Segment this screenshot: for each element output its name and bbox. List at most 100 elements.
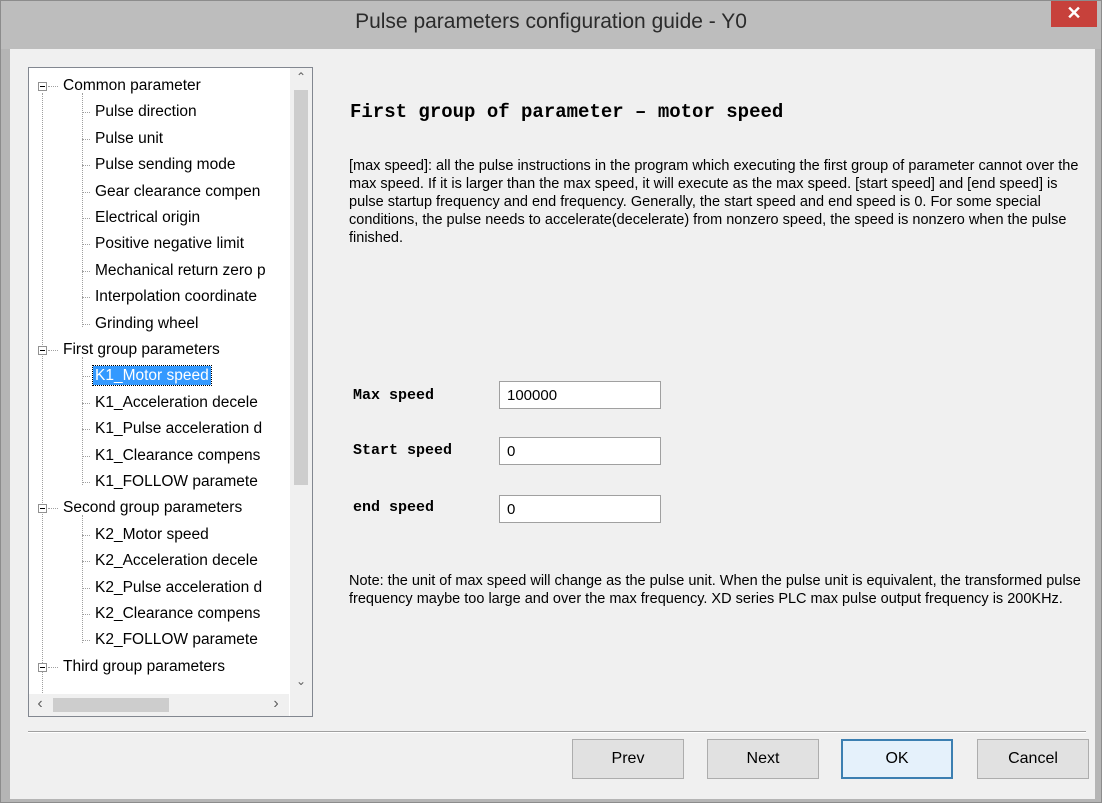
tree-connector bbox=[82, 482, 90, 483]
prev-button[interactable]: Prev bbox=[572, 739, 684, 779]
ok-button[interactable]: OK bbox=[841, 739, 953, 779]
note-text: Note: the unit of max speed will change … bbox=[349, 573, 1081, 607]
scroll-down-icon[interactable]: ⌄ bbox=[290, 674, 312, 688]
title-bar[interactable]: Pulse parameters configuration guide - Y… bbox=[1, 1, 1101, 49]
tree-expander-icon[interactable] bbox=[38, 662, 47, 672]
max-speed-input[interactable] bbox=[499, 381, 661, 409]
close-button[interactable]: ✕ bbox=[1051, 1, 1097, 27]
start-speed-label: Start speed bbox=[353, 442, 453, 459]
tree-group-label: First group parameters bbox=[63, 341, 220, 358]
end-speed-input[interactable] bbox=[499, 495, 661, 523]
tree-horizontal-scroll-thumb[interactable] bbox=[53, 698, 169, 712]
tree-item[interactable]: Pulse sending mode bbox=[93, 154, 237, 176]
tree-item-label: K1_Clearance compens bbox=[95, 446, 261, 464]
tree-item[interactable]: K2_Motor speed bbox=[93, 524, 211, 546]
tree-connector bbox=[82, 561, 90, 563]
tree-item-label: Gear clearance compen bbox=[95, 182, 261, 200]
end-speed-label: end speed bbox=[353, 499, 435, 516]
tree-item[interactable]: Electrical origin bbox=[93, 207, 202, 229]
tree-item-label: Grinding wheel bbox=[95, 314, 199, 332]
tree-item[interactable]: K2_Pulse acceleration d bbox=[93, 577, 264, 599]
tree-item-label: Pulse direction bbox=[95, 103, 197, 121]
tree-item[interactable]: K1_Pulse acceleration d bbox=[93, 418, 264, 440]
tree-item-label: Interpolation coordinate bbox=[95, 288, 258, 306]
tree-item[interactable]: K1_Motor speed bbox=[92, 365, 212, 387]
tree-connector bbox=[82, 357, 83, 485]
tree-connector bbox=[82, 640, 90, 642]
tree-connector bbox=[48, 86, 58, 87]
tree-group-label: Second group parameters bbox=[63, 499, 243, 517]
tree-connector bbox=[82, 455, 90, 457]
tree-vertical-scroll-thumb[interactable] bbox=[294, 90, 308, 485]
tree-connector bbox=[82, 218, 90, 219]
tree-items: Common parameter Pulse direction Pulse uni… bbox=[29, 68, 289, 696]
tree-connector bbox=[82, 587, 90, 589]
start-speed-input[interactable] bbox=[499, 437, 661, 465]
tree-connector bbox=[82, 534, 90, 536]
tree-item-label: K1_Acceleration decele bbox=[95, 393, 258, 411]
tree-connector bbox=[82, 165, 90, 167]
cancel-button[interactable]: Cancel bbox=[977, 739, 1089, 779]
tree-connector bbox=[82, 429, 90, 431]
tree-vertical-scrollbar[interactable]: ⌃ ⌄ bbox=[290, 68, 312, 696]
close-icon: ✕ bbox=[1066, 3, 1082, 23]
tree-item[interactable]: Pulse direction bbox=[93, 101, 199, 123]
tree-item-label: Positive negative limit bbox=[95, 235, 245, 253]
tree-connector bbox=[82, 270, 90, 272]
tree-item[interactable]: Gear clearance compen bbox=[93, 181, 262, 203]
scroll-right-icon[interactable]: › bbox=[265, 695, 287, 713]
tree-group-label: Third group parameters bbox=[63, 657, 225, 675]
parameter-tree: Common parameter Pulse direction Pulse uni… bbox=[28, 67, 313, 717]
tree-connector bbox=[82, 376, 90, 378]
tree-item[interactable]: Interpolation coordinate bbox=[93, 286, 259, 308]
page-heading: First group of parameter – motor speed bbox=[350, 101, 784, 123]
tree-item[interactable]: K1_Acceleration decele bbox=[93, 392, 260, 414]
tree-item-label: K2_Pulse acceleration d bbox=[95, 578, 263, 596]
button-separator bbox=[28, 731, 1086, 733]
tree-item[interactable]: Pulse unit bbox=[93, 128, 165, 150]
tree-connector bbox=[82, 93, 83, 327]
scroll-up-icon[interactable]: ⌃ bbox=[290, 70, 312, 84]
tree-connector bbox=[82, 515, 83, 644]
tree-connector bbox=[82, 244, 90, 246]
tree-connector bbox=[82, 402, 90, 404]
tree-expander-icon[interactable] bbox=[38, 82, 47, 91]
tree-item-label: K2_Acceleration decele bbox=[95, 552, 258, 570]
tree-connector bbox=[42, 93, 43, 696]
scroll-left-icon[interactable]: ‹ bbox=[29, 695, 51, 713]
tree-item[interactable]: K2_FOLLOW paramete bbox=[93, 629, 260, 651]
tree-item[interactable]: K1_Clearance compens bbox=[93, 445, 262, 467]
scrollbar-corner bbox=[290, 694, 312, 716]
tree-item[interactable]: K2_Clearance compens bbox=[93, 603, 262, 625]
tree-item-label: Pulse sending mode bbox=[95, 156, 236, 174]
window-title: Pulse parameters configuration guide - Y… bbox=[355, 10, 747, 33]
tree-connector bbox=[82, 191, 90, 193]
tree-expander-icon[interactable] bbox=[38, 346, 47, 355]
tree-group-node[interactable]: Third group parameters bbox=[61, 656, 227, 678]
tree-item[interactable]: Grinding wheel bbox=[93, 313, 200, 335]
tree-item[interactable]: K1_FOLLOW paramete bbox=[93, 471, 260, 493]
tree-expander-icon[interactable] bbox=[38, 504, 47, 514]
tree-connector bbox=[48, 666, 58, 668]
tree-item-label: K1_Motor speed bbox=[92, 365, 212, 387]
tree-item-label: Pulse unit bbox=[95, 129, 164, 147]
tree-connector bbox=[82, 323, 90, 325]
tree-group-node[interactable]: First group parameters bbox=[61, 339, 222, 361]
tree-item-label: K2_Clearance compens bbox=[95, 605, 261, 622]
tree-item-label: K1_FOLLOW paramete bbox=[95, 473, 258, 490]
dialog-window: Pulse parameters configuration guide - Y… bbox=[0, 0, 1102, 803]
tree-connector bbox=[82, 297, 90, 299]
tree-horizontal-scrollbar[interactable]: ‹ › bbox=[29, 694, 289, 716]
tree-item[interactable]: Mechanical return zero p bbox=[93, 260, 268, 282]
next-button[interactable]: Next bbox=[707, 739, 819, 779]
tree-item-label: Electrical origin bbox=[95, 209, 201, 226]
tree-item-label: K2_FOLLOW paramete bbox=[95, 631, 258, 649]
tree-item[interactable]: K2_Acceleration decele bbox=[93, 550, 260, 572]
tree-item-label: K1_Pulse acceleration d bbox=[95, 420, 263, 438]
tree-item[interactable]: Positive negative limit bbox=[93, 233, 246, 255]
max-speed-label: Max speed bbox=[353, 387, 435, 404]
tree-item-label: K2_Motor speed bbox=[95, 525, 209, 543]
tree-item-label: Mechanical return zero p bbox=[95, 261, 266, 279]
tree-connector bbox=[82, 112, 90, 114]
tree-group-node[interactable]: Second group parameters bbox=[61, 497, 244, 519]
